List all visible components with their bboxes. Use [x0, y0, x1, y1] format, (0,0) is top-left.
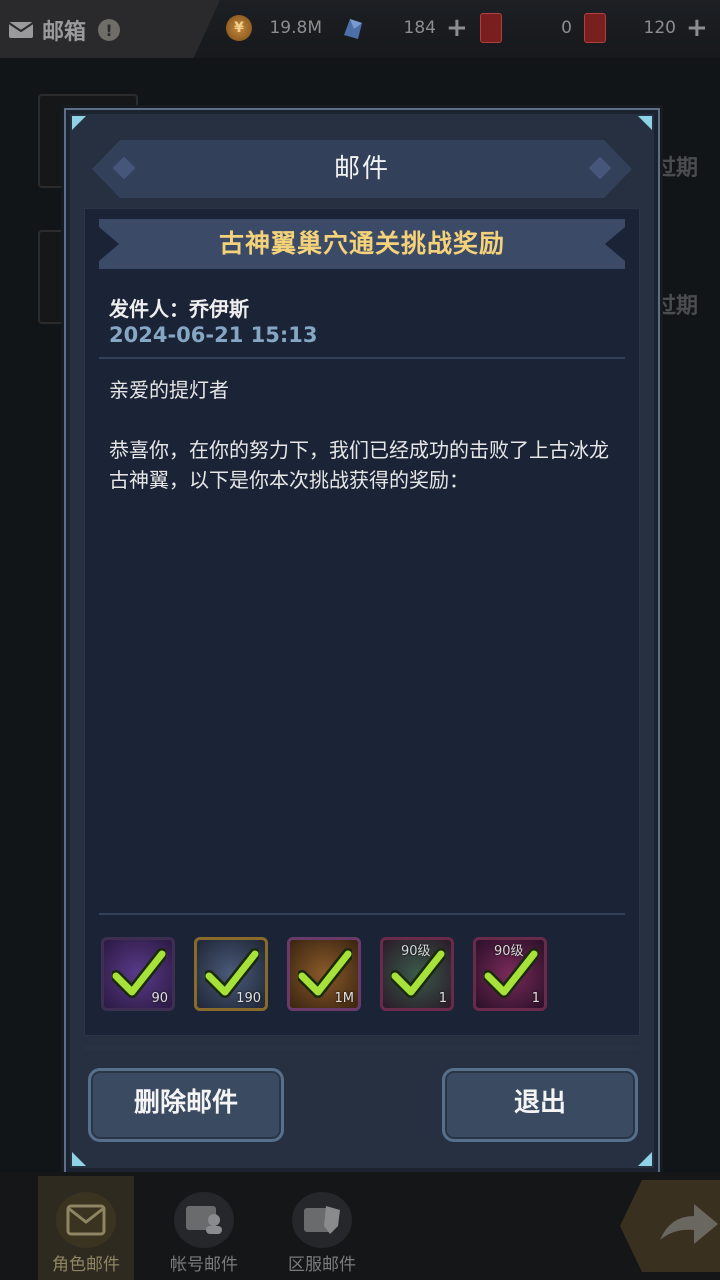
reward-quantity: 90 [151, 991, 168, 1006]
reward-item-scroll[interactable]: 90 [101, 937, 175, 1011]
exit-button[interactable]: 退出 [442, 1068, 638, 1142]
subject-banner: 古神翼巢穴通关挑战奖励 [99, 219, 625, 269]
account-mail-icon [174, 1192, 234, 1248]
reward-item-armor[interactable]: 190 [194, 937, 268, 1011]
ticket-resource: 120 + [584, 12, 708, 44]
reward-item-medal[interactable]: 1M [287, 937, 361, 1011]
crystal-value: 184 [403, 18, 436, 38]
dialog-header: 邮件 [92, 140, 632, 198]
server-mail-icon [292, 1192, 352, 1248]
mail-date: 2024-06-21 15:13 [109, 323, 318, 347]
arrow-right-icon [660, 1204, 718, 1244]
reward-quantity: 1 [438, 991, 447, 1006]
divider [99, 913, 625, 915]
corner-ornament [72, 116, 86, 130]
background-expired-label: 过期 [653, 294, 698, 319]
top-bar: 邮箱 ! ¥ 19.8M 184 + 0 120 + [0, 0, 720, 58]
ticket-icon [584, 13, 606, 43]
mail-content-panel: 古神翼巢穴通关挑战奖励 发件人：乔伊斯 2024-06-21 15:13 亲爱的… [84, 208, 640, 1036]
mail-body[interactable]: 亲爱的提灯者 恭喜你，在你的努力下，我们已经成功的击败了上古冰龙古神翼，以下是你… [109, 375, 621, 495]
delete-mail-button[interactable]: 删除邮件 [88, 1068, 284, 1142]
card-resource: 0 [480, 12, 572, 44]
gold-resource: ¥ 19.8M [226, 12, 322, 44]
mailbox-title: 邮箱 ! [8, 14, 121, 46]
card-value: 0 [561, 18, 572, 38]
notice-badge: ! [98, 19, 121, 41]
tab-server-mail[interactable]: 区服邮件 [274, 1176, 370, 1280]
dialog-title: 邮件 [333, 154, 390, 184]
tab-label: 角色邮件 [52, 1255, 120, 1275]
mail-dialog: 邮件 古神翼巢穴通关挑战奖励 发件人：乔伊斯 2024-06-21 15:13 … [64, 108, 660, 1174]
mail-subject: 古神翼巢穴通关挑战奖励 [218, 229, 505, 258]
red-card-icon [480, 13, 502, 43]
mailbox-title-text: 邮箱 [42, 20, 87, 45]
sender-label: 发件人： [109, 297, 189, 321]
envelope-icon [56, 1192, 116, 1248]
tab-label: 区服邮件 [288, 1255, 356, 1275]
check-icon [484, 948, 538, 998]
reward-list: 90 190 1M 90级 1 90级 1 [101, 937, 547, 1011]
envelope-icon [8, 22, 34, 38]
tab-label: 帐号邮件 [170, 1255, 238, 1275]
reward-quantity: 1 [531, 991, 540, 1006]
check-icon [391, 948, 445, 998]
ticket-value: 120 [643, 18, 676, 38]
background-expired-label: 过期 [653, 156, 698, 181]
sender-line: 发件人：乔伊斯 [109, 293, 249, 322]
divider [99, 357, 625, 359]
corner-ornament [72, 1152, 86, 1166]
crystal-resource: 184 + [340, 12, 468, 44]
crystal-add-button[interactable]: + [446, 15, 468, 41]
reward-item-gear[interactable]: 90级 1 [473, 937, 547, 1011]
gold-value: 19.8M [269, 18, 322, 38]
reward-quantity: 1M [334, 991, 355, 1006]
corner-ornament [638, 116, 652, 130]
ticket-add-button[interactable]: + [686, 15, 708, 41]
bottom-tab-bar: 角色邮件 帐号邮件 区服邮件 [0, 1172, 720, 1280]
reward-quantity: 190 [236, 991, 261, 1006]
tab-role-mail[interactable]: 角色邮件 [38, 1176, 134, 1280]
divider [84, 1046, 638, 1050]
crystal-icon [344, 19, 362, 39]
reward-item-weapon[interactable]: 90级 1 [380, 937, 454, 1011]
gold-coin-icon: ¥ [226, 15, 252, 41]
sender-name: 乔伊斯 [189, 297, 249, 321]
corner-ornament [638, 1152, 652, 1166]
tab-account-mail[interactable]: 帐号邮件 [156, 1176, 252, 1280]
